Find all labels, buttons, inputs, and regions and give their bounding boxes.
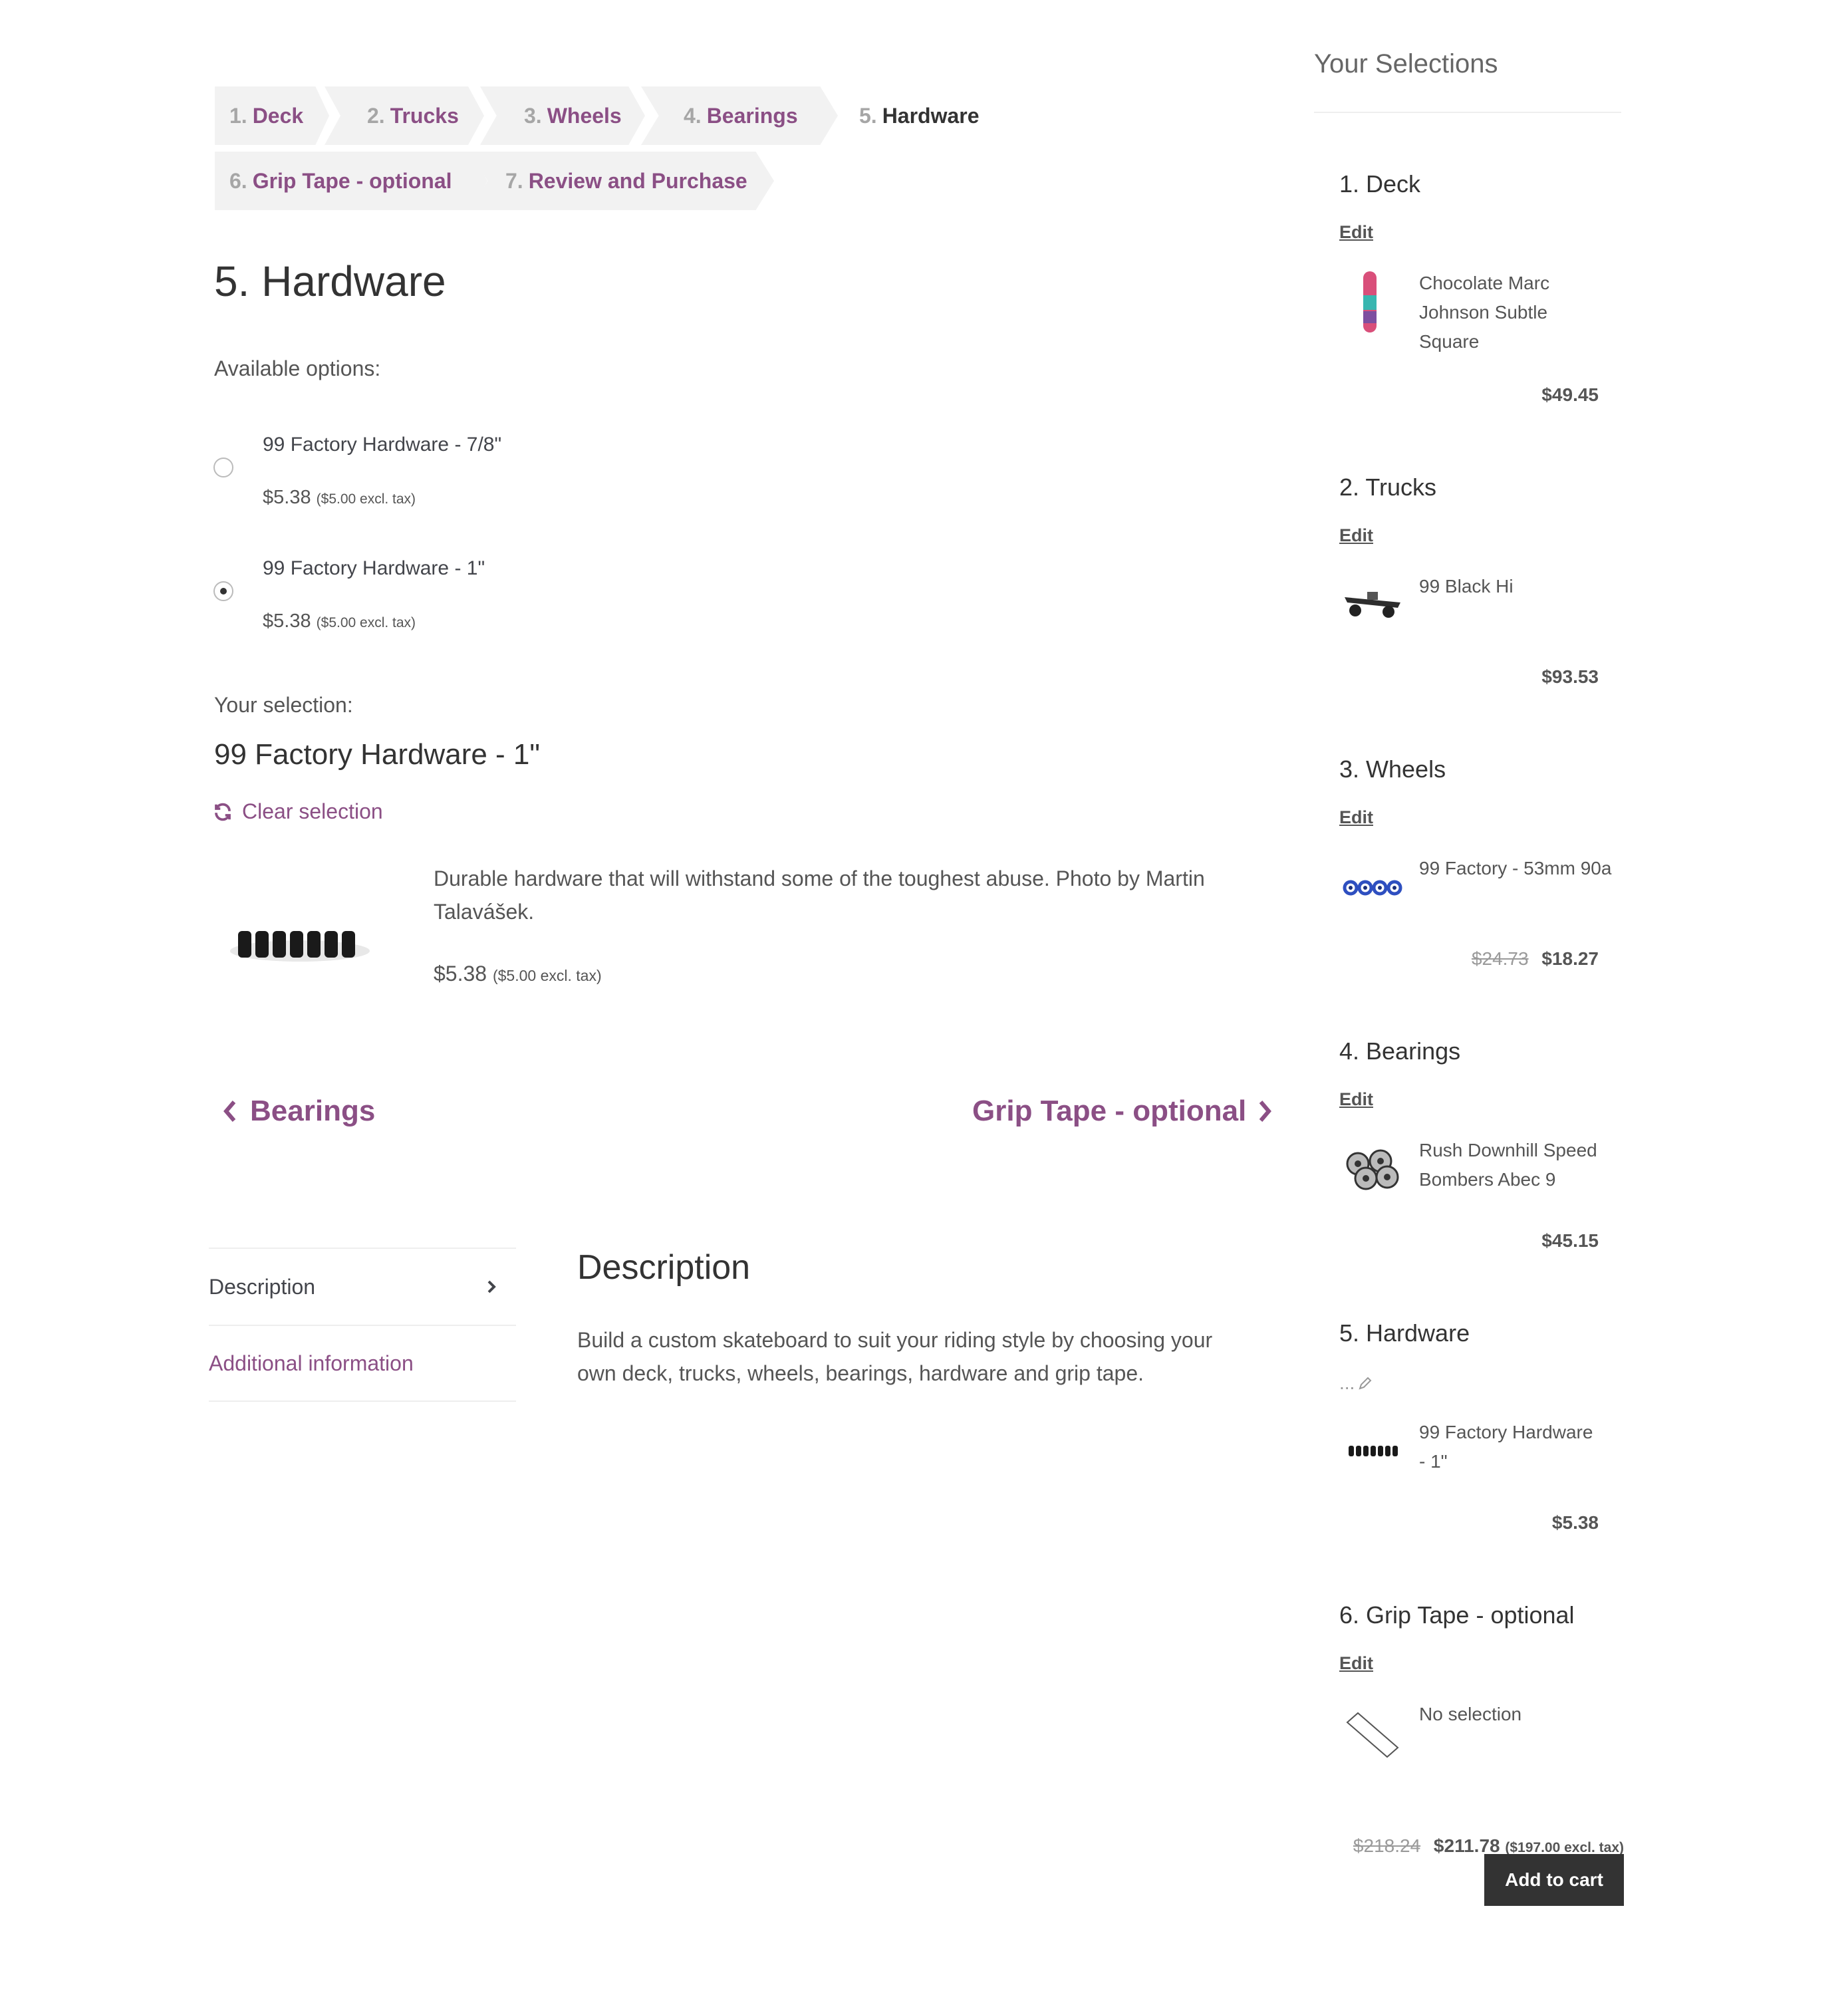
step-label: Trucks	[390, 103, 459, 128]
next-step-link[interactable]: Grip Tape - optional	[972, 1095, 1273, 1128]
option-price: $5.38 ($5.00 excl. tax)	[263, 487, 416, 509]
tab-additional-information[interactable]: Additional information	[209, 1325, 516, 1402]
option-price: $5.38 ($5.00 excl. tax)	[263, 610, 416, 632]
sidebar-heading-deck: 1. Deck	[1339, 170, 1421, 198]
price-value: $5.38	[434, 962, 487, 986]
chevron-right-icon	[1259, 1101, 1272, 1122]
step-label: Bearings	[706, 103, 798, 128]
sidebar-item-name: 99 Factory Hardware - 1"	[1419, 1422, 1593, 1472]
grip-tape-placeholder-icon	[1346, 1712, 1399, 1758]
edit-ellipsis: ...	[1339, 1373, 1355, 1393]
sidebar-heading-wheels: 3. Wheels	[1339, 755, 1446, 783]
clear-selection-link[interactable]: Clear selection	[213, 799, 383, 824]
sidebar-item-name: No selection	[1419, 1704, 1522, 1724]
total-excl-tax: ($197.00 excl. tax)	[1505, 1840, 1624, 1855]
sidebar-item-price: $93.53	[1399, 666, 1599, 688]
price-value: $5.38	[1551, 1512, 1599, 1533]
step-wheels[interactable]: 3. Wheels	[480, 86, 645, 145]
previous-step-label: Bearings	[250, 1095, 376, 1127]
total-old-price: $218.24	[1353, 1835, 1421, 1856]
tab-panel-text: Build a custom skateboard to suit your r…	[577, 1328, 1213, 1385]
step-bearings[interactable]: 4. Bearings	[641, 86, 838, 145]
edit-link-trucks[interactable]: Edit	[1339, 525, 1373, 546]
price-value: $5.38	[263, 610, 311, 632]
wheels-thumbnail	[1343, 880, 1402, 896]
product-price: $5.38 ($5.00 excl. tax)	[434, 962, 602, 986]
sidebar-item-name: 99 Factory - 53mm 90a	[1419, 858, 1612, 878]
option-name: 99 Factory Hardware - 7/8"	[263, 434, 502, 456]
tab-description[interactable]: Description	[209, 1248, 516, 1325]
step-number: 1.	[229, 103, 247, 128]
price-value: $49.45	[1541, 384, 1599, 405]
edit-link-hardware[interactable]: ...	[1339, 1373, 1373, 1394]
sidebar-item-name: Chocolate Marc Johnson Subtle Square	[1419, 273, 1550, 352]
pencil-icon	[1359, 1377, 1372, 1390]
step-number: 6.	[229, 168, 247, 193]
step-number: 5.	[859, 103, 877, 128]
old-price: $24.73	[1471, 948, 1529, 969]
your-selection-label: Your selection:	[214, 693, 353, 717]
hardware-thumbnail	[1349, 1446, 1398, 1456]
step-number: 4.	[684, 103, 702, 128]
clear-selection-label: Clear selection	[242, 799, 383, 823]
chevron-right-icon	[487, 1280, 496, 1293]
sidebar-heading-grip-tape: 6. Grip Tape - optional	[1339, 1601, 1575, 1629]
sidebar-item-price: $49.45	[1399, 384, 1599, 406]
sidebar-item-price: $5.38	[1399, 1512, 1599, 1533]
step-number: 7.	[505, 168, 523, 193]
sidebar-heading-hardware: 5. Hardware	[1339, 1319, 1470, 1347]
refresh-icon	[215, 803, 231, 821]
hardware-product-image	[230, 931, 370, 962]
price-value: $18.27	[1541, 948, 1599, 969]
next-step-label: Grip Tape - optional	[972, 1095, 1247, 1127]
edit-link-deck[interactable]: Edit	[1339, 222, 1373, 243]
price-excl-tax: ($5.00 excl. tax)	[316, 615, 416, 630]
edit-link-wheels[interactable]: Edit	[1339, 807, 1373, 828]
step-number: 2.	[367, 103, 385, 128]
step-label: Wheels	[547, 103, 622, 128]
chevron-left-icon	[223, 1101, 236, 1122]
price-value: $5.38	[263, 487, 311, 508]
step-label: Hardware	[882, 103, 980, 128]
sidebar-divider	[1314, 112, 1621, 113]
step-label: Deck	[252, 103, 304, 128]
step-label: Grip Tape - optional	[252, 168, 452, 193]
sidebar-item-name: 99 Black Hi	[1419, 576, 1514, 597]
tab-label: Additional information	[209, 1351, 414, 1375]
available-options-label: Available options:	[214, 356, 381, 380]
step-number: 3.	[524, 103, 542, 128]
price-value: $93.53	[1541, 666, 1599, 687]
sidebar-heading-trucks: 2. Trucks	[1339, 473, 1437, 501]
sidebar-title: Your Selections	[1314, 49, 1498, 78]
step-hardware[interactable]: 5. Hardware	[845, 86, 1057, 145]
page-title: 5. Hardware	[214, 257, 446, 305]
sidebar-heading-bearings: 4. Bearings	[1339, 1037, 1461, 1065]
selected-product-name: 99 Factory Hardware - 1"	[214, 738, 541, 771]
deck-thumbnail	[1363, 271, 1377, 332]
step-grip-tape[interactable]: 6. Grip Tape - optional	[215, 152, 487, 210]
product-description: Durable hardware that will withstand som…	[434, 866, 1205, 924]
step-label: Review and Purchase	[528, 168, 747, 193]
edit-link-grip-tape[interactable]: Edit	[1339, 1653, 1373, 1674]
radio-button-selected[interactable]	[213, 581, 233, 601]
option-name: 99 Factory Hardware - 1"	[263, 557, 485, 579]
sidebar-item-name: Rush Downhill Speed Bombers Abec 9	[1419, 1140, 1597, 1190]
step-deck[interactable]: 1. Deck	[215, 86, 329, 145]
edit-link-bearings[interactable]: Edit	[1339, 1089, 1373, 1110]
total-value: $211.78	[1433, 1835, 1500, 1856]
price-excl-tax: ($5.00 excl. tax)	[492, 967, 602, 984]
add-to-cart-button[interactable]: Add to cart	[1484, 1854, 1624, 1906]
previous-step-link[interactable]: Bearings	[222, 1095, 375, 1128]
radio-button[interactable]	[213, 458, 233, 477]
sidebar-item-price: $24.73 $18.27	[1399, 948, 1599, 970]
trucks-thumbnail	[1345, 592, 1400, 618]
tab-label: Description	[209, 1274, 316, 1299]
price-value: $45.15	[1541, 1230, 1599, 1251]
bearings-thumbnail	[1346, 1149, 1399, 1190]
step-review[interactable]: 7. Review and Purchase	[469, 152, 774, 210]
price-excl-tax: ($5.00 excl. tax)	[316, 491, 416, 507]
sidebar-item-price: $45.15	[1399, 1230, 1599, 1252]
step-trucks[interactable]: 2. Trucks	[325, 86, 484, 145]
tab-panel-title: Description	[577, 1248, 751, 1287]
